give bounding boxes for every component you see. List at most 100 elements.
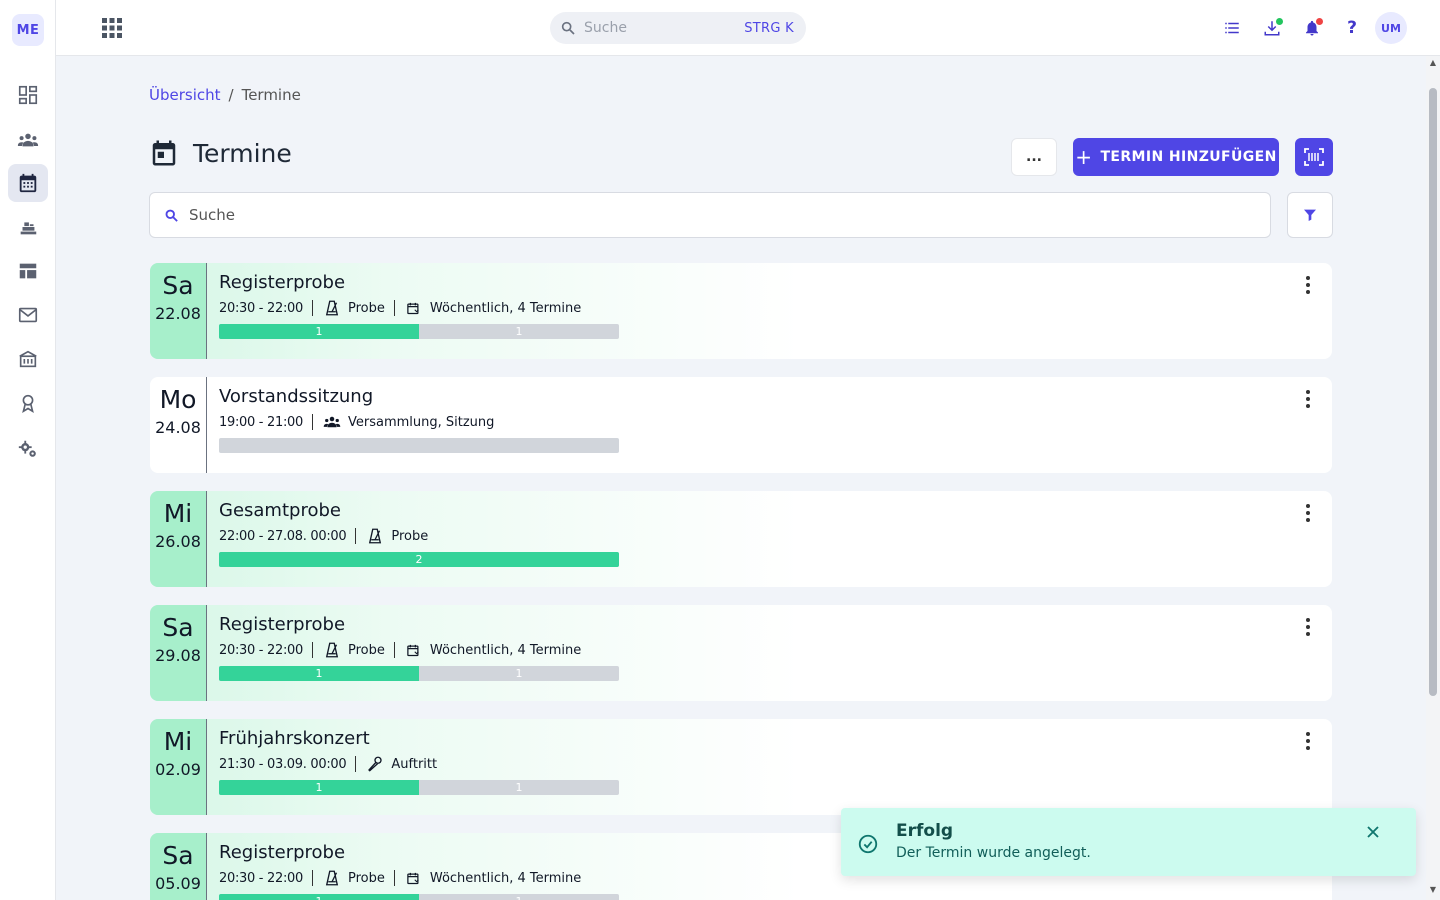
kebab-dot xyxy=(1306,618,1310,622)
breadcrumb-current: Termine xyxy=(241,86,301,104)
sidebar-item-events[interactable] xyxy=(8,164,48,202)
sidebar-item-organisation[interactable] xyxy=(8,340,48,378)
event-menu-button[interactable] xyxy=(1298,389,1318,409)
event-body: Registerprobe 20:30 - 22:00 Probe Wöchentli… xyxy=(207,263,1332,359)
event-menu-button[interactable] xyxy=(1298,275,1318,295)
notifications-button[interactable] xyxy=(1300,16,1324,40)
metronome-icon xyxy=(322,868,342,888)
building-icon xyxy=(19,350,37,368)
event-category: Auftritt xyxy=(391,756,438,772)
event-date-box: Sa 05.09 xyxy=(150,833,207,900)
event-date: 02.09 xyxy=(155,760,201,779)
breadcrumb: Übersicht / Termine xyxy=(149,86,301,104)
meta-divider xyxy=(311,642,313,658)
breadcrumb-home-link[interactable]: Übersicht xyxy=(149,86,221,104)
event-title[interactable]: Vorstandssitzung xyxy=(219,386,1332,408)
event-date-box: Mi 26.08 xyxy=(150,491,207,587)
more-actions-button[interactable]: ... xyxy=(1011,138,1057,176)
event-card[interactable]: Mi 02.09 Frühjahrskonzert 21:30 - 03.09. 00… xyxy=(150,719,1332,815)
downloads-button[interactable] xyxy=(1260,16,1284,40)
event-time: 20:30 - 22:00 xyxy=(219,300,303,316)
search-icon xyxy=(165,209,178,222)
event-category: Probe xyxy=(391,528,429,544)
apps-grid-icon xyxy=(102,18,122,38)
event-weekday: Mo xyxy=(159,385,197,414)
scroll-thumb[interactable] xyxy=(1429,88,1437,696)
filter-button[interactable] xyxy=(1287,192,1333,238)
event-date-box: Sa 29.08 xyxy=(150,605,207,701)
attendance-open-count: 1 xyxy=(515,781,523,794)
event-title[interactable]: Frühjahrskonzert xyxy=(219,728,1332,750)
app-logo[interactable]: ME xyxy=(12,14,44,46)
meta-divider xyxy=(393,642,395,658)
event-recurrence: Wöchentlich, 4 Termine xyxy=(429,642,582,658)
medal-icon xyxy=(22,394,34,413)
attendance-confirmed-count: 1 xyxy=(316,894,323,900)
help-button[interactable]: ? xyxy=(1340,16,1364,40)
event-menu-button[interactable] xyxy=(1298,731,1318,751)
kebab-dot xyxy=(1306,632,1310,636)
meta-divider xyxy=(355,756,357,772)
metronome-icon xyxy=(322,640,342,660)
event-card[interactable]: Mo 24.08 Vorstandssitzung 19:00 - 21:00 Vers… xyxy=(150,377,1332,473)
task-list-button[interactable] xyxy=(1220,16,1244,40)
event-menu-button[interactable] xyxy=(1298,503,1318,523)
user-avatar[interactable]: UM xyxy=(1375,12,1407,44)
kebab-dot xyxy=(1306,732,1310,736)
global-search[interactable]: Suche STRG K xyxy=(550,12,806,44)
event-search-input[interactable] xyxy=(189,206,1089,224)
sidebar-item-settings[interactable] xyxy=(8,430,48,468)
download-status-dot xyxy=(1276,18,1283,25)
mail-icon xyxy=(18,307,38,323)
event-body: Gesamtprobe 22:00 - 27.08. 00:00 Probe 2 xyxy=(207,491,1332,587)
attendance-bar: 11 xyxy=(219,666,619,681)
event-date: 29.08 xyxy=(155,646,201,665)
page-scrollbar[interactable]: ▲ ▼ xyxy=(1426,56,1440,900)
event-recurrence: Wöchentlich, 4 Termine xyxy=(429,870,582,886)
kebab-dot xyxy=(1306,283,1310,287)
toast-title: Erfolg xyxy=(896,821,954,841)
attendance-open-count: 1 xyxy=(516,894,523,900)
event-card[interactable]: Sa 22.08 Registerprobe 20:30 - 22:00 Probe Wö… xyxy=(150,263,1332,359)
scroll-down-arrow[interactable]: ▼ xyxy=(1429,886,1437,894)
calendar-repeat-icon xyxy=(404,868,424,888)
event-search xyxy=(149,192,1271,238)
event-title[interactable]: Gesamtprobe xyxy=(219,500,1332,522)
kebab-dot xyxy=(1306,390,1310,394)
event-meta: 20:30 - 22:00 Probe Wöchentlich, 4 Termine xyxy=(219,298,1332,318)
sidebar-item-instruments[interactable] xyxy=(8,208,48,246)
microphone-icon xyxy=(365,754,385,774)
event-meta: 20:30 - 22:00 Probe Wöchentlich, 4 Termine xyxy=(219,640,1332,660)
attendance-open-count: 1 xyxy=(515,667,523,680)
calendar-icon xyxy=(19,173,37,193)
scan-barcode-button[interactable] xyxy=(1295,138,1333,176)
apps-grid-button[interactable] xyxy=(100,16,124,40)
add-event-button[interactable]: + TERMIN HINZUFÜGEN xyxy=(1073,138,1279,176)
sidebar-item-members[interactable] xyxy=(8,121,48,159)
sidebar-item-awards[interactable] xyxy=(8,384,48,422)
event-title[interactable]: Registerprobe xyxy=(219,614,1332,636)
sidebar-item-dashboard[interactable] xyxy=(8,76,48,114)
event-weekday: Sa xyxy=(162,271,194,300)
event-card[interactable]: Mi 26.08 Gesamtprobe 22:00 - 27.08. 00:00 Pr… xyxy=(150,491,1332,587)
kebab-dot xyxy=(1306,397,1310,401)
kebab-dot xyxy=(1306,504,1310,508)
add-event-label: TERMIN HINZUFÜGEN xyxy=(1100,149,1277,165)
kebab-dot xyxy=(1306,404,1310,408)
plus-icon: + xyxy=(1075,145,1093,169)
event-menu-button[interactable] xyxy=(1298,617,1318,637)
event-date: 26.08 xyxy=(155,532,201,551)
sidebar-item-mail[interactable] xyxy=(8,296,48,334)
close-icon[interactable] xyxy=(1363,822,1383,842)
scroll-up-arrow[interactable]: ▲ xyxy=(1429,59,1437,67)
event-time: 20:30 - 22:00 xyxy=(219,870,303,886)
meta-divider xyxy=(311,300,313,316)
event-title[interactable]: Registerprobe xyxy=(219,272,1332,294)
group-icon xyxy=(322,412,342,432)
attendance-bar xyxy=(219,438,619,453)
attendance-confirmed-count: 2 xyxy=(415,553,423,566)
event-card[interactable]: Sa 29.08 Registerprobe 20:30 - 22:00 Probe Wö… xyxy=(150,605,1332,701)
meta-divider xyxy=(311,870,313,886)
sidebar-item-layout[interactable] xyxy=(8,252,48,290)
table-layout-icon xyxy=(19,263,37,279)
